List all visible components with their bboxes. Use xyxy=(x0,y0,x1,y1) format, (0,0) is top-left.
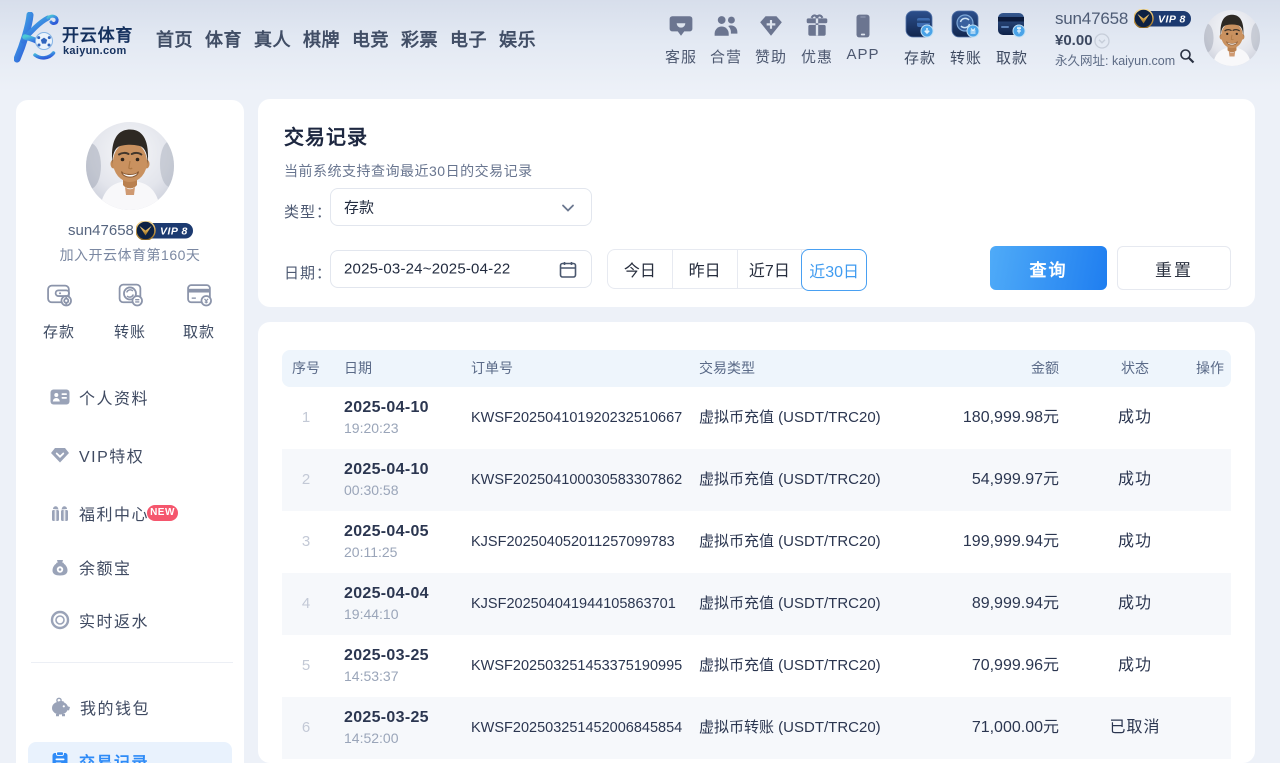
svg-text:VIP 8: VIP 8 xyxy=(160,226,188,238)
svg-text:VIP 8: VIP 8 xyxy=(1158,14,1186,26)
